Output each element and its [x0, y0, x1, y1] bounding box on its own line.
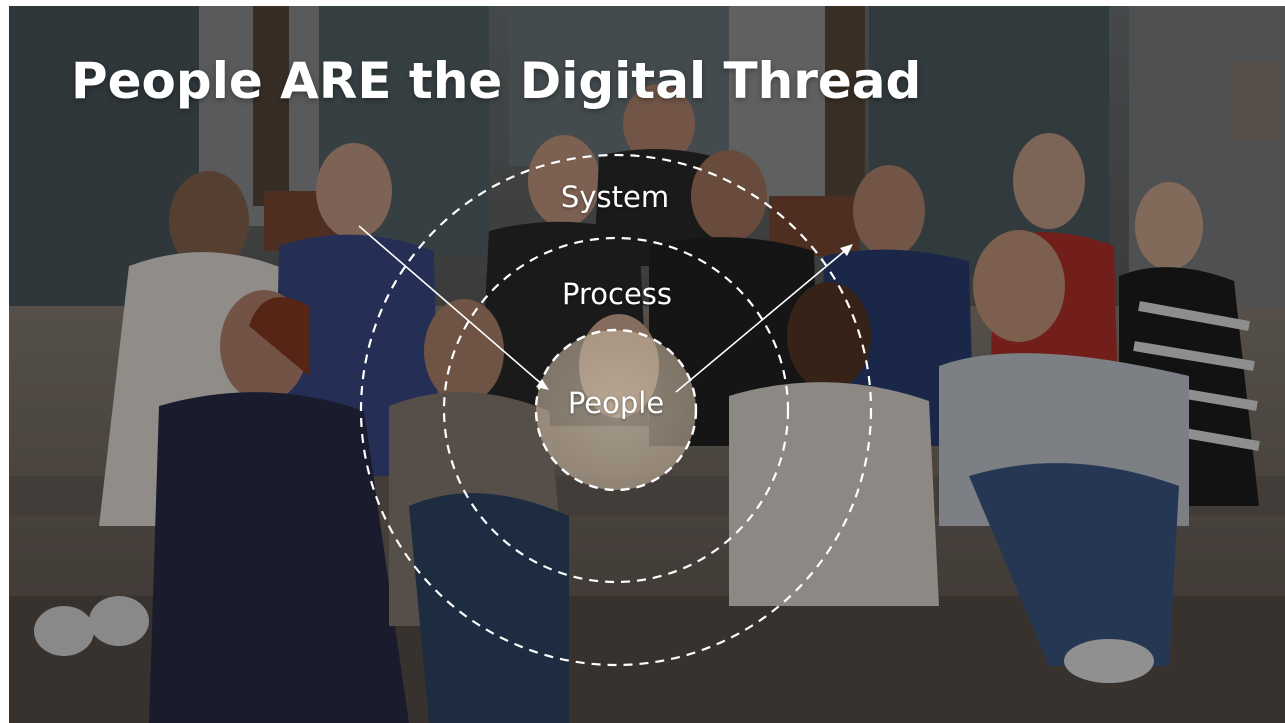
slide-title: People ARE the Digital Thread	[71, 52, 922, 110]
people-label: People	[567, 386, 665, 420]
system-label: System	[560, 180, 670, 214]
slide: People ARE the Digital Thread System Pro…	[9, 6, 1285, 723]
background-photo	[9, 6, 1285, 723]
process-label: Process	[561, 277, 673, 311]
